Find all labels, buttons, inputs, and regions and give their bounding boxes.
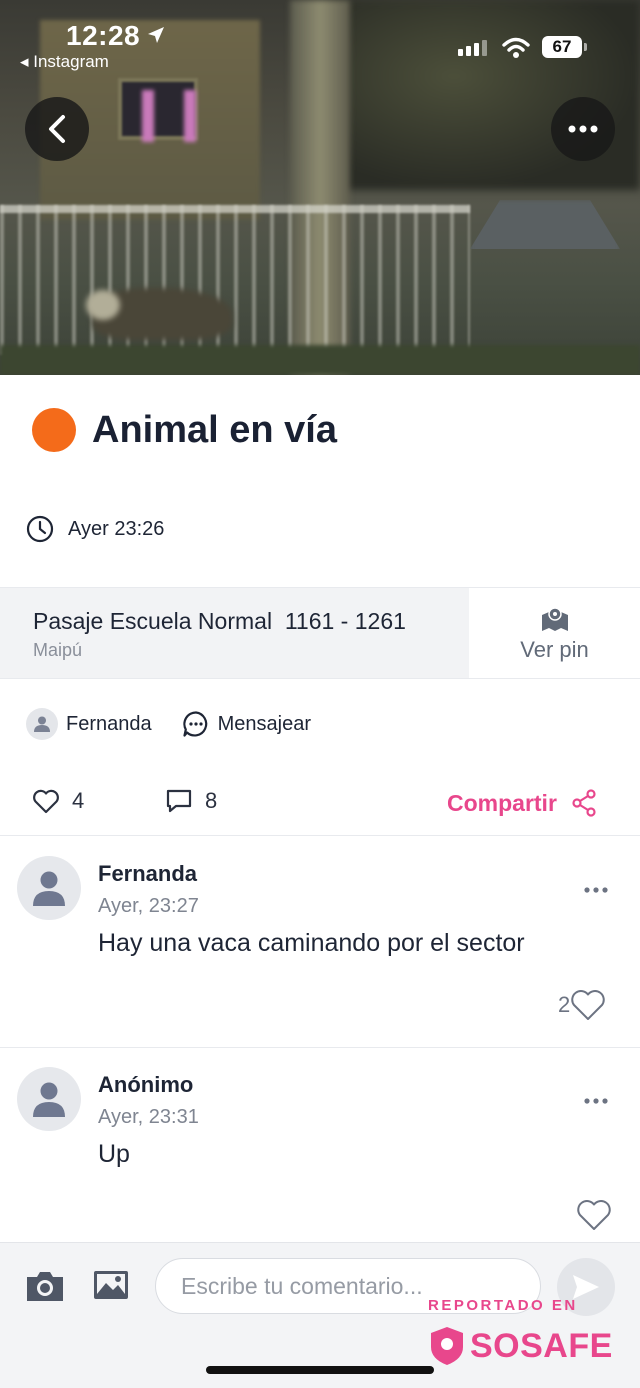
- home-indicator: [206, 1366, 434, 1374]
- comment-more-button[interactable]: [584, 1084, 608, 1110]
- more-options-button[interactable]: [551, 97, 615, 161]
- chat-bubble-icon: [182, 711, 207, 737]
- location-street: Pasaje Escuela Normal 1161 - 1261: [33, 608, 406, 634]
- message-button[interactable]: Mensajear: [182, 710, 311, 738]
- reported-on-label: REPORTADO EN: [428, 1297, 578, 1314]
- chevron-left-icon: [49, 115, 65, 143]
- comment-time: Ayer, 23:31: [98, 1106, 199, 1128]
- comment-author[interactable]: Fernanda: [98, 861, 197, 887]
- photo-tent: [470, 200, 620, 249]
- author-row: Fernanda Mensajear: [26, 708, 311, 740]
- more-horizontal-icon: [584, 887, 608, 893]
- comment-text: Up: [98, 1140, 130, 1168]
- user-icon: [33, 1082, 65, 1117]
- comment-avatar[interactable]: [17, 856, 81, 920]
- author-avatar[interactable]: [26, 708, 58, 740]
- camera-icon[interactable]: [24, 1268, 66, 1304]
- comment-avatar[interactable]: [17, 1067, 81, 1131]
- photo-grass: [0, 345, 640, 375]
- more-horizontal-icon: [584, 1098, 608, 1104]
- location-address[interactable]: Pasaje Escuela Normal 1161 - 1261 Maipú: [0, 588, 469, 678]
- comment-time: Ayer, 23:27: [98, 895, 199, 917]
- share-button[interactable]: Compartir: [447, 789, 597, 817]
- location-commune: Maipú: [33, 640, 83, 660]
- cellular-signal-icon: [458, 40, 487, 56]
- back-button[interactable]: [25, 97, 89, 161]
- comment-item: Fernanda Ayer, 23:27 Hay una vaca camina…: [0, 837, 640, 1048]
- location-arrow-icon: [148, 27, 164, 43]
- comment-like-button[interactable]: [576, 1198, 612, 1232]
- user-icon: [34, 716, 50, 732]
- gallery-icon[interactable]: [92, 1268, 130, 1302]
- report-title-row: Animal en vía: [32, 408, 337, 452]
- comment-count: 8: [205, 788, 218, 813]
- comment-more-button[interactable]: [584, 873, 608, 899]
- back-to-app-link[interactable]: ◂ Instagram: [20, 52, 109, 72]
- heart-icon: [571, 990, 605, 1020]
- comment-item: Anónimo Ayer, 23:31 Up: [0, 1048, 640, 1242]
- report-title: Animal en vía: [92, 408, 337, 451]
- share-label: Compartir: [447, 789, 557, 816]
- comment-like-count: 2: [558, 992, 571, 1017]
- photo-window-light: [142, 90, 154, 142]
- sosafe-logo: SOSAFE: [428, 1325, 613, 1367]
- photo-window-light: [184, 90, 196, 142]
- like-button[interactable]: 4: [32, 788, 84, 814]
- category-dot: [32, 408, 76, 452]
- comment-text: Hay una vaca caminando por el sector: [98, 929, 525, 957]
- report-time-row: Ayer 23:26: [26, 515, 164, 543]
- view-pin-label: Ver pin: [520, 637, 589, 662]
- comment-icon: [166, 789, 192, 813]
- report-stats: 4 8 Compartir: [0, 778, 640, 836]
- view-pin-button[interactable]: Ver pin: [469, 588, 640, 678]
- report-time: Ayer 23:26: [68, 517, 165, 540]
- photo-cow-head: [86, 290, 120, 320]
- like-count: 4: [72, 788, 85, 813]
- photo-fence: [0, 205, 470, 355]
- heart-icon: [33, 789, 59, 814]
- brand-name: SOSAFE: [470, 1326, 613, 1365]
- shield-pin-icon: [431, 1327, 463, 1365]
- heart-icon: [577, 1200, 611, 1230]
- map-pin-icon: [542, 607, 568, 631]
- share-icon: [572, 789, 596, 817]
- more-horizontal-icon: [568, 125, 598, 133]
- message-label: Mensajear: [217, 712, 312, 735]
- comments-button[interactable]: 8: [165, 788, 217, 814]
- status-bar: 12:28 ◂ Instagram 67: [0, 0, 640, 80]
- clock-icon: [26, 515, 54, 543]
- wifi-icon: [502, 37, 530, 58]
- battery-indicator: 67: [542, 36, 587, 58]
- comment-like-button[interactable]: 2: [558, 988, 606, 1022]
- location-block: Pasaje Escuela Normal 1161 - 1261 Maipú …: [0, 587, 640, 679]
- user-icon: [33, 871, 65, 906]
- clock: 12:28: [66, 20, 141, 51]
- comment-author[interactable]: Anónimo: [98, 1072, 193, 1098]
- author-name[interactable]: Fernanda: [66, 713, 152, 736]
